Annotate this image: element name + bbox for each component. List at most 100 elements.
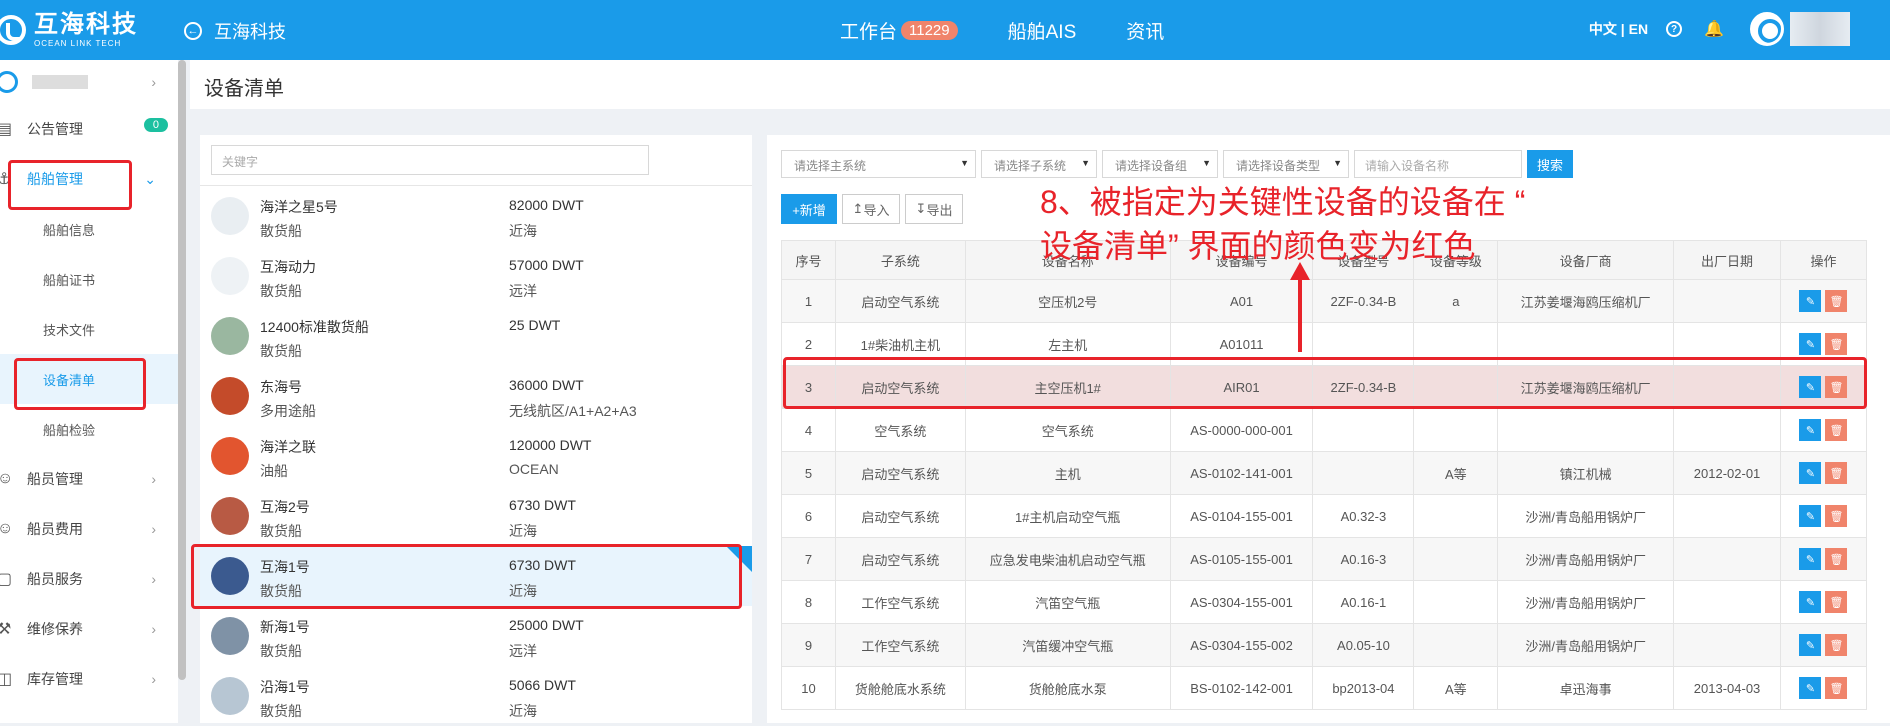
highlight-equipment-list xyxy=(14,358,146,410)
sub-system-select[interactable]: 请选择子系统 ▼ xyxy=(981,150,1097,178)
table-cell: 卓迅海事 xyxy=(1497,666,1675,710)
edit-icon[interactable]: ✎ xyxy=(1799,591,1822,613)
table-cell: 货舱舱底水系统 xyxy=(834,666,966,710)
avatar[interactable] xyxy=(1750,12,1784,46)
sidebar-item-maintenance[interactable]: ⚒ 维修保养 › xyxy=(0,604,178,654)
table-row[interactable]: 7 启动空气系统 应急发电柴油机启动空气瓶 AS-0105-155-001 A0.16-… xyxy=(781,537,1868,581)
import-button[interactable]: ↥ 导入 xyxy=(842,194,900,224)
sidebar-sub-ship-certificates[interactable]: 船舶证书 xyxy=(0,254,178,304)
ship-dwt: 82000 DWT xyxy=(509,197,584,213)
table-row[interactable]: 10 货舱舱底水系统 货舱舱底水泵 BS-0102-142-001 bp2013-04 A… xyxy=(781,666,1868,710)
ship-list-item[interactable]: 互海2号 散货船 6730 DWT 近海 xyxy=(200,486,752,546)
edit-icon[interactable]: ✎ xyxy=(1799,548,1822,570)
sidebar-sub-ship-inspection[interactable]: 船舶检验 xyxy=(0,404,178,454)
table-cell xyxy=(1673,623,1781,667)
ship-type: 多用途船 xyxy=(260,403,316,419)
breadcrumb[interactable]: ← 互海科技 xyxy=(184,18,286,44)
sidebar-item-announcements[interactable]: ▤ 公告管理 0 xyxy=(0,104,178,154)
search-button[interactable]: 搜索 xyxy=(1527,150,1573,178)
nav-ship-ais[interactable]: 船舶AIS xyxy=(1008,17,1077,44)
logo-title: 互海科技 xyxy=(34,10,138,38)
back-arrow-icon[interactable]: ← xyxy=(184,22,202,40)
table-row[interactable]: 5 启动空气系统 主机 AS-0102-141-001 A等 镇江机械 2012-02-01… xyxy=(781,451,1868,495)
ship-thumbnail xyxy=(211,377,249,415)
table-row[interactable]: 8 工作空气系统 汽笛空气瓶 AS-0304-155-001 A0.16-1 沙洲/青岛船… xyxy=(781,580,1868,624)
table-cell: 6 xyxy=(781,494,836,538)
delete-icon[interactable]: 🗑 xyxy=(1825,634,1848,656)
table-cell: 沙洲/青岛船用锅炉厂 xyxy=(1497,623,1675,667)
ship-list-item[interactable]: 沿海1号 散货船 5066 DWT 近海 xyxy=(200,666,752,726)
table-cell: 空压机2号 xyxy=(964,279,1171,323)
table-cell: AS-0304-155-002 xyxy=(1169,623,1314,667)
edit-icon[interactable]: ✎ xyxy=(1799,634,1822,656)
device-group-select[interactable]: 请选择设备组 ▼ xyxy=(1102,150,1218,178)
table-cell: 5 xyxy=(781,451,836,495)
ship-dwt: 57000 DWT xyxy=(509,257,584,273)
add-button[interactable]: +新增 xyxy=(781,194,837,224)
sidebar-item-crew-costs[interactable]: ☺ 船员费用 › xyxy=(0,504,178,554)
delete-icon[interactable]: 🗑 xyxy=(1825,419,1848,441)
delete-icon[interactable]: 🗑 xyxy=(1825,505,1848,527)
ship-list-item[interactable]: 12400标准散货船 散货船 25 DWT xyxy=(200,306,752,366)
ship-list-item[interactable]: 互海动力 散货船 57000 DWT 远洋 xyxy=(200,246,752,306)
ship-list-item[interactable]: 海洋之星5号 散货船 82000 DWT 近海 xyxy=(200,186,752,246)
table-row[interactable]: 1 启动空气系统 空压机2号 A01 2ZF-0.34-B a 江苏姜堰海鸥压缩机厂 ✎ 🗑 xyxy=(781,279,1868,323)
sidebar-scrollbar[interactable] xyxy=(178,60,186,680)
nav-workbench[interactable]: 工作台 11229 xyxy=(840,17,958,44)
table-cell: 1#主机启动空气瓶 xyxy=(964,494,1171,538)
device-name-input[interactable]: 请输入设备名称 xyxy=(1354,150,1522,178)
sidebar-item-crew-management[interactable]: ☺ 船员管理 › xyxy=(0,454,178,504)
language-switch[interactable]: 中文 | EN xyxy=(1589,19,1648,39)
ship-name: 海洋之联 xyxy=(260,439,316,455)
edit-icon[interactable]: ✎ xyxy=(1799,462,1822,484)
table-cell: 4 xyxy=(781,408,836,452)
row-actions: ✎ 🗑 xyxy=(1779,451,1868,495)
export-label: 导出 xyxy=(926,202,953,218)
delete-icon[interactable]: 🗑 xyxy=(1825,462,1848,484)
ship-list-item[interactable]: 新海1号 散货船 25000 DWT 远洋 xyxy=(200,606,752,666)
ship-thumbnail xyxy=(211,257,249,295)
delete-icon[interactable]: 🗑 xyxy=(1825,290,1848,312)
bell-icon[interactable]: 🔔 xyxy=(1704,19,1724,39)
chevron-right-icon: › xyxy=(151,521,156,537)
edit-icon[interactable]: ✎ xyxy=(1799,419,1822,441)
top-nav: 工作台 11229 船舶AIS 资讯 xyxy=(840,17,1214,44)
nav-news-label: 资讯 xyxy=(1126,22,1165,43)
ship-list: 海洋之星5号 散货船 82000 DWT 近海 互海动力 散货船 57000 DWT 远洋 12… xyxy=(200,185,752,726)
sidebar-sub-ship-info[interactable]: 船舶信息 xyxy=(0,204,178,254)
delete-icon[interactable]: 🗑 xyxy=(1825,333,1848,355)
table-row[interactable]: 6 启动空气系统 1#主机启动空气瓶 AS-0104-155-001 A0.32-3 沙洲… xyxy=(781,494,1868,538)
sidebar-item-crew-services[interactable]: ▢ 船员服务 › xyxy=(0,554,178,604)
chevron-right-icon: › xyxy=(151,571,156,587)
sidebar-user[interactable]: › xyxy=(0,60,178,104)
nav-news[interactable]: 资讯 xyxy=(1126,17,1164,44)
table-cell: 空气系统 xyxy=(964,408,1171,452)
edit-icon[interactable]: ✎ xyxy=(1799,505,1822,527)
delete-icon[interactable]: 🗑 xyxy=(1825,548,1848,570)
table-cell: 货舱舱底水泵 xyxy=(964,666,1171,710)
table-cell xyxy=(1413,623,1499,667)
table-cell: BS-0102-142-001 xyxy=(1169,666,1314,710)
table-cell xyxy=(1673,537,1781,581)
table-row[interactable]: 9 工作空气系统 汽笛缓冲空气瓶 AS-0304-155-002 A0.05-10 沙洲/… xyxy=(781,623,1868,667)
logo-icon xyxy=(0,15,26,45)
user-name-blurred[interactable] xyxy=(1790,12,1850,46)
delete-icon[interactable]: 🗑 xyxy=(1825,677,1848,699)
download-icon: ↧ xyxy=(915,201,927,216)
help-icon[interactable]: ? xyxy=(1666,21,1683,37)
export-button[interactable]: ↧ 导出 xyxy=(905,194,963,224)
sidebar-item-inventory[interactable]: ◫ 库存管理 › xyxy=(0,654,178,704)
ship-list-item[interactable]: 海洋之联 油船 120000 DWT OCEAN xyxy=(200,426,752,486)
ship-list-item[interactable]: 东海号 多用途船 36000 DWT 无线航区/A1+A2+A3 xyxy=(200,366,752,426)
edit-icon[interactable]: ✎ xyxy=(1799,677,1822,699)
edit-icon[interactable]: ✎ xyxy=(1799,290,1822,312)
table-row[interactable]: 4 空气系统 空气系统 AS-0000-000-001 ✎ 🗑 xyxy=(781,408,1868,452)
keyword-search-input[interactable]: 关键字 xyxy=(211,145,649,175)
nav-workbench-label: 工作台 xyxy=(840,22,898,43)
delete-icon[interactable]: 🗑 xyxy=(1825,591,1848,613)
main-system-select[interactable]: 请选择主系统 ▼ xyxy=(781,150,976,178)
edit-icon[interactable]: ✎ xyxy=(1799,333,1822,355)
device-type-select[interactable]: 请选择设备类型 ▼ xyxy=(1223,150,1349,178)
sidebar-sub-technical-docs[interactable]: 技术文件 xyxy=(0,304,178,354)
logo[interactable]: 互海科技 OCEAN LINK TECH xyxy=(0,8,138,52)
